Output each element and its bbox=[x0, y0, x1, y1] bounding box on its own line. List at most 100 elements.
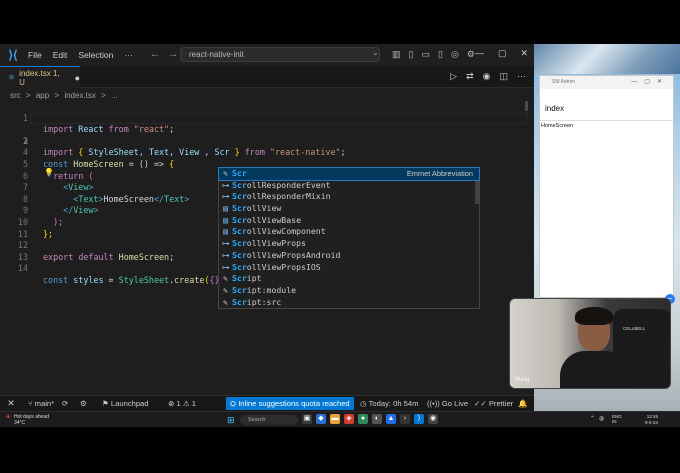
class-icon: ▤ bbox=[223, 204, 228, 214]
vscode-taskbar-icon[interactable]: ⟩ bbox=[414, 414, 424, 424]
breadcrumb-src[interactable]: src bbox=[10, 91, 21, 100]
suggestion-item[interactable]: ✎ Script:src bbox=[219, 297, 479, 309]
sync-icon[interactable]: ⟳ bbox=[62, 399, 68, 408]
webcam-person-body bbox=[560, 351, 630, 388]
menu-more[interactable]: ··· bbox=[124, 50, 133, 60]
layout-panels-icon[interactable]: ▥ bbox=[392, 49, 401, 60]
launchpad-status[interactable]: ⚑ Launchpad bbox=[102, 399, 149, 408]
preview-header: index bbox=[540, 89, 673, 121]
open-changes-icon[interactable]: ◉ bbox=[483, 71, 491, 82]
interface-icon: ⊶ bbox=[221, 239, 230, 249]
menu-edit[interactable]: Edit bbox=[53, 50, 68, 60]
toggle-panel-icon[interactable]: ▭ bbox=[421, 49, 430, 60]
toggle-sidebar-icon[interactable]: ▯ bbox=[409, 49, 414, 60]
current-line-highlight bbox=[30, 112, 528, 125]
preview-body-text: HomeScreen bbox=[541, 123, 574, 129]
suggestion-item[interactable]: ✎ Script bbox=[219, 273, 479, 285]
suggestion-item[interactable]: ▤ ScrollViewBase bbox=[219, 215, 479, 227]
breadcrumb-app[interactable]: app bbox=[36, 91, 49, 100]
code-line: 4 const HomeScreen = () => { bbox=[0, 136, 534, 169]
language-indicator[interactable]: ENG IN bbox=[612, 414, 622, 424]
clock-icon: ◷ bbox=[360, 399, 369, 408]
minimize-icon[interactable]: — bbox=[475, 48, 484, 59]
copilot-icon: ⛭ bbox=[230, 399, 239, 408]
app-icon-blue[interactable]: ▲ bbox=[386, 414, 396, 424]
unsaved-dot-icon[interactable]: ● bbox=[75, 73, 80, 83]
copilot-app-icon[interactable]: ◆ bbox=[316, 414, 326, 424]
chevron-down-icon[interactable]: ⌄ bbox=[372, 48, 379, 57]
weather-icon: ☀ bbox=[5, 414, 12, 421]
webcam-name-label: Suraj bbox=[515, 377, 530, 383]
remote-indicator-icon[interactable]: ✕ bbox=[0, 396, 22, 412]
problems-status[interactable]: ⊗ 1 ⚠ 1 bbox=[168, 399, 196, 408]
line-number: 14 bbox=[17, 263, 28, 274]
tray-chevron-icon[interactable]: ⌃ bbox=[590, 415, 595, 422]
task-view-icon[interactable]: ▣ bbox=[302, 414, 312, 424]
more-actions-icon[interactable]: ··· bbox=[517, 71, 526, 82]
compare-changes-icon[interactable]: ⇄ bbox=[466, 71, 474, 82]
tab-label: index.tsx 1, U bbox=[19, 68, 60, 87]
suggestion-item[interactable]: ▤ ScrollViewComponent bbox=[219, 226, 479, 238]
snippet-icon: ✎ bbox=[223, 285, 228, 295]
copilot-quota-status[interactable]: ⛭ Inline suggestions quota reached bbox=[226, 397, 354, 410]
preview-app-window: SM Admin —▢✕ index HomeScreen bbox=[539, 75, 674, 298]
app-icon-dark[interactable]: ◉ bbox=[428, 414, 438, 424]
menu-selection[interactable]: Selection bbox=[78, 50, 113, 60]
tab-index-tsx[interactable]: ⚛ index.tsx 1, U ● bbox=[0, 66, 80, 88]
snippet-icon: ✎ bbox=[223, 169, 228, 178]
notifications-bell-icon[interactable]: 🔔 bbox=[518, 399, 527, 408]
breadcrumb-file[interactable]: index.tsx bbox=[64, 91, 96, 100]
launchpad-icon: ⚑ bbox=[102, 399, 111, 408]
toggle-secondary-sidebar-icon[interactable]: ▯ bbox=[438, 49, 443, 60]
debug-icon[interactable]: ⚙ bbox=[80, 399, 87, 408]
suggestion-item[interactable]: ⊶ ScrollViewProps bbox=[219, 238, 479, 250]
lightbulb-icon[interactable]: 💡 bbox=[44, 168, 54, 177]
preview-title-bar: SM Admin —▢✕ bbox=[540, 76, 673, 89]
interface-icon: ⊶ bbox=[221, 192, 230, 202]
tray-app-icon[interactable]: ◍ bbox=[599, 415, 604, 422]
suggestion-item[interactable]: ⊶ ScrollViewPropsIOS bbox=[219, 262, 479, 274]
back-arrow-icon[interactable]: ← bbox=[150, 49, 168, 60]
suggestion-item[interactable]: ⊶ ScrollResponderMixin bbox=[219, 191, 479, 203]
close-icon[interactable]: ✕ bbox=[520, 48, 528, 59]
suggestion-widget: ✎ Scr Emmet Abbreviation ⊶ ScrollResponder… bbox=[218, 167, 480, 309]
settings-gear-icon[interactable]: ⚙ bbox=[467, 49, 475, 60]
windows-start-icon[interactable]: ⊞ bbox=[227, 415, 235, 426]
interface-icon: ⊶ bbox=[221, 180, 230, 190]
file-explorer-icon[interactable]: ▬ bbox=[330, 414, 340, 424]
webcam-overlay: CELLBELL Suraj bbox=[509, 298, 671, 389]
code-line: 5 return ( bbox=[0, 147, 534, 181]
command-center-search[interactable]: react-native-init bbox=[180, 47, 380, 62]
terminal-icon[interactable]: › bbox=[400, 414, 410, 424]
suggestion-item[interactable]: ⊶ ScrollViewPropsAndroid bbox=[219, 250, 479, 262]
run-icon[interactable]: ▷ bbox=[450, 71, 457, 82]
code-line-current: 2 import { StyleSheet, Text, View , Scr … bbox=[0, 112, 534, 157]
snippet-icon: ✎ bbox=[223, 274, 228, 284]
menu-file[interactable]: File bbox=[28, 50, 42, 60]
app-icon-gray[interactable]: ◐ bbox=[372, 414, 382, 424]
wakatime-status[interactable]: ◷ Today: 0h 54m bbox=[360, 399, 418, 408]
taskbar-apps: ▣ ◆ ▬ ◈ ● ◐ ▲ › ⟩ ◉ bbox=[302, 414, 438, 424]
taskbar-clock[interactable]: 12:45 9-5-24 bbox=[645, 414, 658, 426]
git-branch-status[interactable]: ⑂ main* bbox=[28, 399, 54, 408]
breadcrumb-symbol[interactable]: ... bbox=[111, 91, 118, 100]
prettier-status[interactable]: ✓✓ Prettier bbox=[474, 399, 513, 408]
suggestion-item[interactable]: ✎ Script:module bbox=[219, 285, 479, 297]
maximize-icon[interactable]: ▢ bbox=[498, 48, 507, 59]
suggestion-item[interactable]: ⊶ ScrollResponderEvent bbox=[219, 180, 479, 192]
windows-taskbar: ☀ Hot days ahead 34°C ⊞ Search ▣ ◆ ▬ ◈ ●… bbox=[0, 411, 680, 427]
suggestion-detail: Emmet Abbreviation bbox=[406, 169, 473, 178]
breadcrumb: src > app > index.tsx > ... bbox=[10, 91, 121, 100]
account-icon[interactable]: ◎ bbox=[451, 49, 459, 60]
taskbar-search[interactable]: Search bbox=[240, 415, 298, 425]
go-live-button[interactable]: ((•)) Go Live bbox=[427, 399, 468, 408]
brave-browser-icon[interactable]: ◈ bbox=[344, 414, 354, 424]
suggestion-item[interactable]: ▤ ScrollView bbox=[219, 203, 479, 215]
minimap-slider[interactable] bbox=[525, 101, 528, 111]
preview-window-controls[interactable]: —▢✕ bbox=[631, 76, 669, 89]
breadcrumb-sep: > bbox=[54, 91, 60, 100]
app-icon-green[interactable]: ● bbox=[358, 414, 368, 424]
split-editor-icon[interactable]: ◫ bbox=[499, 71, 508, 82]
suggestion-item[interactable]: ✎ Scr Emmet Abbreviation bbox=[218, 167, 480, 181]
interface-icon: ⊶ bbox=[221, 250, 230, 260]
